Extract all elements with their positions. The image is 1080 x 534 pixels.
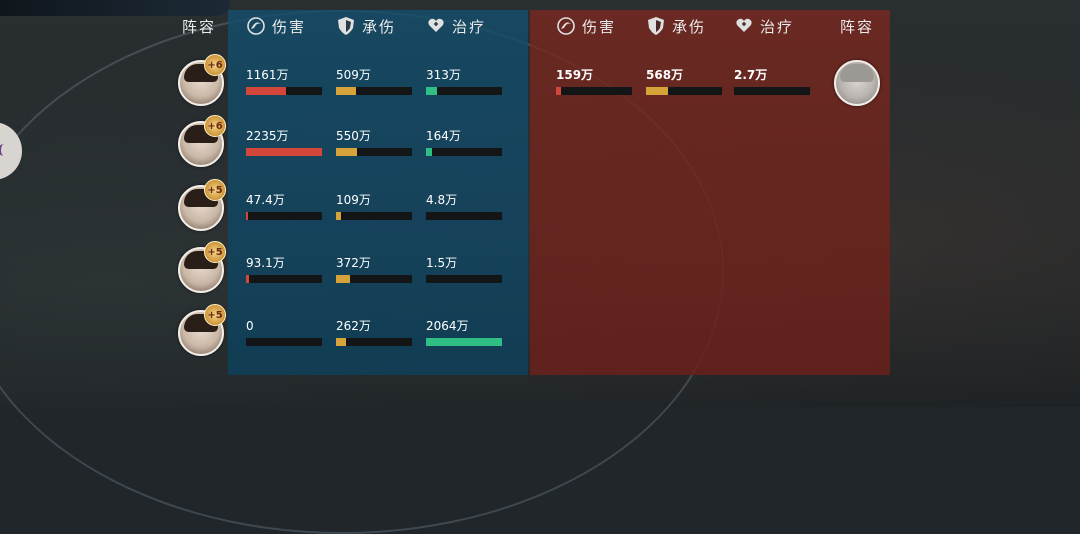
ally-heal-stat: 1.5万 xyxy=(426,254,502,286)
ally-tank-stat: 109万 xyxy=(336,191,412,223)
ally-heal-bar xyxy=(426,148,502,156)
ally-heal-stat: 164万 xyxy=(426,127,502,159)
ally-heal-bar xyxy=(426,338,502,346)
ally-damage-stat: 1161万 xyxy=(246,66,322,98)
ally-heal-bar xyxy=(426,275,502,283)
enemy-heal-header: 治疗 xyxy=(734,10,794,42)
enemy-damage-header: 伤害 xyxy=(556,10,616,42)
ally-tank-header: 承伤 xyxy=(336,10,396,42)
ally-tank-bar xyxy=(336,338,412,346)
enemy-lineup-header: 阵容 xyxy=(840,10,874,42)
enemy-damage-value: 159万 xyxy=(556,68,594,82)
ally-damage-label: 伤害 xyxy=(272,17,307,36)
ally-heal-value: 2064万 xyxy=(426,319,469,333)
ally-damage-bar-fill xyxy=(246,87,286,95)
ally-tank-bar xyxy=(336,148,412,156)
ally-tank-value: 262万 xyxy=(336,319,371,333)
ally-damage-bar-fill xyxy=(246,275,250,283)
ally-damage-bar-fill xyxy=(246,148,322,156)
ally-tank-stat: 550万 xyxy=(336,127,412,159)
ally-damage-stat: 0 xyxy=(246,317,322,349)
ally-tank-bar xyxy=(336,275,412,283)
ally-heal-value: 4.8万 xyxy=(426,193,458,207)
ally-damage-value: 2235万 xyxy=(246,129,289,143)
enemy-damage-bar-fill xyxy=(556,87,562,95)
ally-tank-bar-fill xyxy=(336,87,356,95)
ally-heal-bar xyxy=(426,87,502,95)
enemy-lineup-label: 阵容 xyxy=(840,17,875,36)
ally-tank-stat: 372万 xyxy=(336,254,412,286)
ally-tank-bar-fill xyxy=(336,212,341,220)
ally-lineup-header: 阵容 xyxy=(182,10,216,42)
ally-star-badge: +5 xyxy=(204,179,226,201)
enemy-stats-panel xyxy=(530,10,890,375)
enemy-heal-value: 2.7万 xyxy=(734,68,768,82)
ally-heal-value: 1.5万 xyxy=(426,256,458,270)
ally-tank-bar xyxy=(336,87,412,95)
enemy-tank-bar xyxy=(646,87,722,95)
enemy-heal-label: 治疗 xyxy=(760,17,795,36)
ally-star-badge: +5 xyxy=(204,241,226,263)
ally-tank-value: 550万 xyxy=(336,129,371,143)
enemy-tank-header: 承伤 xyxy=(646,10,706,42)
ally-heal-bar-fill xyxy=(426,148,433,156)
ally-heal-label: 治疗 xyxy=(452,17,487,36)
ally-heal-bar-fill xyxy=(426,87,438,95)
enemy-heal-stat: 2.7万 xyxy=(734,66,810,98)
swirl-icon xyxy=(247,17,265,35)
ally-heal-value: 164万 xyxy=(426,129,461,143)
ally-damage-stat: 93.1万 xyxy=(246,254,322,286)
swirl-icon xyxy=(557,17,575,35)
ally-damage-bar xyxy=(246,87,322,95)
enemy-tank-label: 承伤 xyxy=(672,17,707,36)
ally-lineup-label: 阵容 xyxy=(182,17,217,36)
ally-tank-label: 承伤 xyxy=(362,17,397,36)
heart-hand-icon xyxy=(736,18,752,32)
ally-star-badge: +6 xyxy=(204,54,226,76)
enemy-damage-label: 伤害 xyxy=(582,17,617,36)
heart-hand-icon xyxy=(428,18,444,32)
ally-tank-bar-fill xyxy=(336,148,358,156)
ally-heal-bar xyxy=(426,212,502,220)
ally-tank-stat: 509万 xyxy=(336,66,412,98)
ally-tank-value: 509万 xyxy=(336,68,371,82)
ally-heal-header: 治疗 xyxy=(426,10,486,42)
ally-heal-stat: 2064万 xyxy=(426,317,502,349)
enemy-tank-value: 568万 xyxy=(646,68,684,82)
enemy-tank-stat: 568万 xyxy=(646,66,722,98)
shield-icon xyxy=(648,17,664,35)
ally-star-badge: +6 xyxy=(204,115,226,137)
ally-star-badge: +5 xyxy=(204,304,226,326)
ally-damage-bar xyxy=(246,212,322,220)
ally-damage-header: 伤害 xyxy=(246,10,306,42)
ally-damage-stat: 47.4万 xyxy=(246,191,322,223)
ally-damage-value: 0 xyxy=(246,319,254,333)
ally-tank-value: 109万 xyxy=(336,193,371,207)
ally-tank-bar-fill xyxy=(336,338,346,346)
enemy-hero-avatar[interactable] xyxy=(834,60,880,106)
ally-tank-value: 372万 xyxy=(336,256,371,270)
ally-tank-bar-fill xyxy=(336,275,351,283)
enemy-damage-stat: 159万 xyxy=(556,66,632,98)
ally-heal-stat: 313万 xyxy=(426,66,502,98)
ally-heal-value: 313万 xyxy=(426,68,461,82)
ally-heal-stat: 4.8万 xyxy=(426,191,502,223)
ally-damage-stat: 2235万 xyxy=(246,127,322,159)
enemy-damage-bar xyxy=(556,87,632,95)
enemy-heal-bar xyxy=(734,87,810,95)
ally-tank-bar xyxy=(336,212,412,220)
ally-damage-bar-fill xyxy=(246,212,248,220)
ally-heal-bar-fill xyxy=(426,338,502,346)
ally-damage-value: 47.4万 xyxy=(246,193,285,207)
ally-damage-bar xyxy=(246,148,322,156)
enemy-tank-bar-fill xyxy=(646,87,669,95)
ally-damage-bar xyxy=(246,275,322,283)
ally-damage-value: 1161万 xyxy=(246,68,289,82)
ally-tank-stat: 262万 xyxy=(336,317,412,349)
ally-damage-value: 93.1万 xyxy=(246,256,285,270)
ally-damage-bar xyxy=(246,338,322,346)
shield-icon xyxy=(338,17,354,35)
